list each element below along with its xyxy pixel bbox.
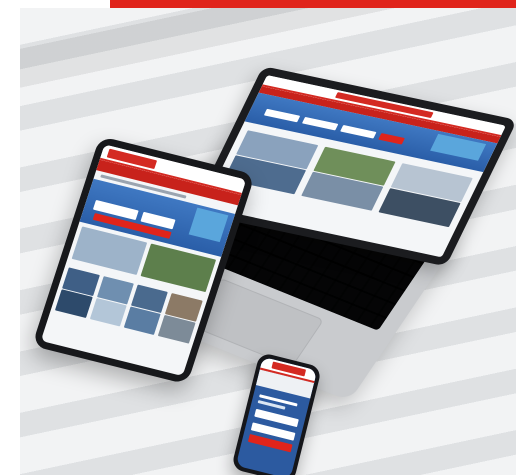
- search-button: [378, 133, 405, 145]
- phone-device: [230, 352, 323, 475]
- phone-screen-website: [235, 356, 318, 475]
- website-ad-panel: [188, 208, 229, 242]
- top-red-bar: [110, 0, 516, 8]
- search-field: [339, 124, 377, 139]
- search-field: [263, 108, 300, 123]
- search-field: [301, 116, 339, 131]
- devices-photo: [20, 8, 516, 475]
